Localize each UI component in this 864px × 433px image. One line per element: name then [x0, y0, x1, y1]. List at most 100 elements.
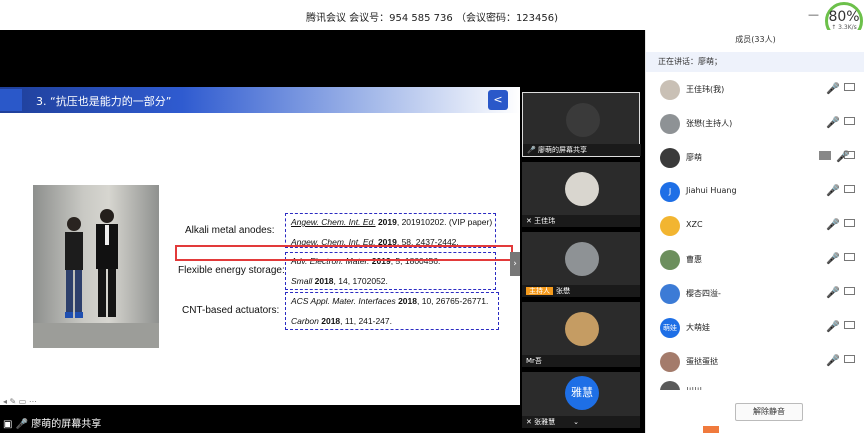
mic-muted-icon: ✕ [526, 217, 535, 225]
avatar [660, 284, 680, 304]
video-tile-name-text: 张雅慧 [534, 418, 556, 426]
avatar [660, 114, 680, 134]
member-row[interactable]: 川川 [646, 376, 864, 390]
avatar: 雅慧 [565, 376, 599, 410]
member-name: 蛋挞蛋挞 [686, 357, 718, 366]
member-row[interactable]: J Jiahui Huang 🎤 [646, 177, 864, 206]
avatar [660, 148, 680, 168]
group-photo [33, 185, 159, 348]
camera-off-icon[interactable] [844, 151, 855, 159]
avatar [565, 312, 599, 346]
ref-6-journal: Carbon [291, 316, 319, 326]
camera-off-icon[interactable] [844, 287, 855, 295]
member-row[interactable]: 王佳玮(我) 🎤 [646, 75, 864, 104]
mic-muted-icon[interactable]: 🎤 [826, 354, 840, 367]
label-cnt: CNT-based actuators: [182, 305, 280, 316]
video-tile[interactable]: ✕ 王佳玮 [522, 162, 640, 227]
mic-icon: 🎤 [527, 146, 538, 154]
ref-1: Angew. Chem. Int. Ed. 2019, 201910202. (… [291, 217, 492, 227]
member-name: 樱杏四溢- [686, 289, 721, 298]
video-tile-name: 🎤 廖萌的屏幕共享 [523, 144, 641, 156]
ref-5: ACS Appl. Mater. Interfaces 2018, 10, 26… [291, 296, 488, 306]
avatar [660, 250, 680, 270]
video-tile-name: ✕ 张雅慧 ⌄ [522, 416, 640, 428]
member-name: 王佳玮(我) [686, 85, 725, 94]
avatar [660, 80, 680, 100]
mic-muted-icon[interactable]: 🎤 [826, 184, 840, 197]
avatar [566, 103, 600, 137]
speaking-indicator: 正在讲话：廖萌； [646, 52, 864, 72]
collapse-videos-button[interactable]: › [510, 252, 520, 276]
avatar [660, 216, 680, 236]
camera-off-icon[interactable] [844, 219, 855, 227]
label-alkali: Alkali metal anodes: [185, 225, 275, 236]
video-tile-name-text: 张懋 [556, 287, 570, 295]
minimize-button[interactable]: — [808, 8, 819, 21]
annotation-highlight [175, 245, 513, 261]
video-tile[interactable]: 🎤 廖萌的屏幕共享 [522, 92, 641, 157]
slide-header-marker [0, 89, 22, 111]
avatar: 萌娃 [660, 318, 680, 338]
member-name: 大萌娃 [686, 323, 710, 332]
member-row[interactable]: 廖萌 🎤 [646, 143, 864, 172]
camera-off-icon[interactable] [844, 355, 855, 363]
presentation-slide: 3. “抗压也是能力的一部分” < Alkali metal anodes: F… [0, 87, 520, 406]
screen-share-icon: ▣ 🎤 [3, 419, 32, 430]
camera-off-icon[interactable] [844, 83, 855, 91]
chevron-down-icon[interactable]: ⌄ [573, 418, 579, 426]
ref-1-year: 2019 [375, 217, 397, 227]
share-icon[interactable]: < [488, 90, 508, 110]
mic-muted-icon[interactable]: 🎤 [826, 320, 840, 333]
member-row[interactable]: 曹惠 🎤 [646, 245, 864, 274]
screen-share-label: ▣ 🎤 廖萌的屏幕共享 [3, 415, 101, 430]
member-name: 川川 [686, 385, 702, 390]
slide-header: 3. “抗压也是能力的一部分” [0, 87, 520, 113]
unmute-all-button[interactable]: 解除静音 [735, 403, 803, 421]
mic-muted-icon[interactable]: 🎤 [826, 82, 840, 95]
avatar [565, 242, 599, 276]
member-row[interactable]: 蛋挞蛋挞 🎤 [646, 347, 864, 376]
host-badge: 主持人 [526, 287, 553, 295]
video-tile[interactable]: 主持人 张懋 [522, 232, 640, 297]
member-name: XZC [686, 220, 703, 229]
slide-heading: 3. “抗压也是能力的一部分” [36, 95, 172, 108]
ref-5-journal: ACS Appl. Mater. Interfaces [291, 296, 396, 306]
video-tile[interactable]: Mr吾 [522, 302, 640, 367]
video-tile-name: ✕ 王佳玮 [522, 215, 640, 227]
ref-6-rest: , 11, 241-247. [340, 316, 392, 326]
ref-6: Carbon 2018, 11, 241-247. [291, 316, 392, 326]
avatar [660, 352, 680, 372]
shared-screen-stage: 3. “抗压也是能力的一部分” < Alkali metal anodes: F… [0, 30, 645, 433]
meeting-title: 腾讯会议 会议号：954 585 736 （会议密码：123456) [305, 13, 559, 24]
member-row[interactable]: XZC 🎤 [646, 211, 864, 240]
avatar [565, 172, 599, 206]
orange-indicator [703, 426, 719, 433]
mic-muted-icon[interactable]: 🎤 [826, 116, 840, 129]
member-name: 廖萌 [686, 153, 702, 162]
mic-muted-icon[interactable]: 🎤 [826, 286, 840, 299]
slide-toolbar[interactable]: ◂ ✎ ▭ ⋯ [3, 397, 37, 406]
camera-off-icon[interactable] [844, 321, 855, 329]
camera-off-icon[interactable] [844, 117, 855, 125]
video-tile-name: Mr吾 [522, 355, 640, 367]
ref-5-year: 2018 [395, 296, 417, 306]
video-tile-name: 主持人 张懋 [522, 285, 640, 297]
member-name: 曹惠 [686, 255, 702, 264]
camera-off-icon[interactable] [844, 253, 855, 261]
mic-muted-icon[interactable]: 🎤 [826, 218, 840, 231]
ref-4-rest: , 14, 1702052. [333, 276, 388, 286]
network-percent: 80% [828, 9, 860, 25]
video-tile[interactable]: 雅慧 ✕ 张雅慧 ⌄ [522, 372, 640, 428]
camera-off-icon[interactable] [844, 185, 855, 193]
member-row[interactable]: 张懋(主持人) 🎤 [646, 109, 864, 138]
ref-4: Small 2018, 14, 1702052. [291, 276, 388, 286]
video-tile-name-text: 廖萌的屏幕共享 [537, 146, 587, 154]
mic-muted-icon[interactable]: 🎤 [826, 252, 840, 265]
member-row[interactable]: 萌娃 大萌娃 🎤 [646, 313, 864, 342]
member-name: 张懋(主持人) [686, 119, 733, 128]
member-row[interactable]: 樱杏四溢- 🎤 [646, 279, 864, 308]
video-column: 🎤 廖萌的屏幕共享 ✕ 王佳玮 主持人 张懋 Mr吾 雅慧 ✕ 张雅慧 ⌄ [522, 90, 642, 430]
screen-share-name: 廖萌的屏幕共享 [31, 419, 102, 430]
ref-6-year: 2018 [318, 316, 341, 326]
member-name: Jiahui Huang [686, 186, 737, 195]
